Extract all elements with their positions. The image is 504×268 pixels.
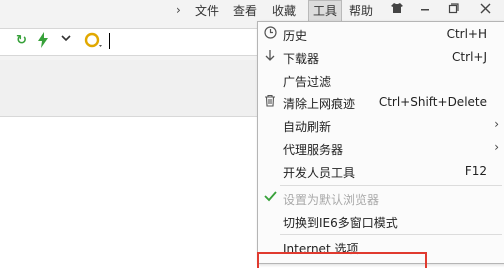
menu-item-shortcut: F12 [464,164,487,178]
menu-item-shortcut: Ctrl+H [446,27,487,41]
lightning-icon[interactable] [37,32,49,50]
clock-icon [262,26,278,42]
menu-item-label: 广告过滤 [283,75,332,89]
check-icon [262,190,278,205]
minimize-icon[interactable] [414,0,436,22]
menu-item-ad-filter[interactable]: 广告过滤 [258,70,504,92]
menu-item-label: 代理服务器 [283,143,344,157]
menu-item-developer-tools[interactable]: 开发人员工具 F12 [258,161,504,183]
menu-tools[interactable]: 工具 [308,0,343,22]
menu-item-switch-ie6-mode[interactable]: 切换到IE6多窗口模式 [258,211,504,233]
menu-separator [280,234,502,235]
trash-icon [262,94,278,110]
menu-item-auto-refresh[interactable]: 自动刷新 › [258,115,504,137]
menu-item-label: 下载器 [283,52,320,66]
chevron-right-icon: › [494,140,499,154]
menu-bar: › 文件 查看 收藏 工具 帮助 [0,0,504,22]
tools-dropdown-menu: 历史 Ctrl+H 下载器 Ctrl+J 广告过滤 清除上网痕迹 Ctrl+Sh… [257,21,504,264]
menu-item-history[interactable]: 历史 Ctrl+H [258,24,504,46]
menu-item-set-default-browser: 设置为默认浏览器 [258,188,504,210]
menu-favorites[interactable]: 收藏 [272,0,296,22]
menu-file[interactable]: 文件 [195,0,219,22]
menu-item-proxy-server[interactable]: 代理服务器 › [258,138,504,160]
menu-item-label: 设置为默认浏览器 [283,193,380,207]
menu-item-label: 切换到IE6多窗口模式 [283,216,398,230]
menu-item-downloader[interactable]: 下载器 Ctrl+J [258,47,504,69]
restore-icon[interactable] [442,0,464,22]
search-engine-icon[interactable] [84,32,104,50]
menu-view[interactable]: 查看 [233,0,257,22]
refresh-icon[interactable]: ↻ [16,32,27,50]
close-icon[interactable] [470,0,500,22]
skin-icon[interactable] [386,0,408,22]
tab-area [0,60,258,117]
chevron-right-icon: › [494,117,499,131]
menu-item-label: 自动刷新 [283,120,332,134]
menu-item-clear-traces[interactable]: 清除上网痕迹 Ctrl+Shift+Delete [258,92,504,114]
menu-separator [280,185,502,186]
menu-item-label: 历史 [283,29,308,43]
chevron-right-icon[interactable]: › [176,3,181,17]
menu-item-shortcut: Ctrl+Shift+Delete [378,95,487,109]
chevron-down-icon[interactable] [60,32,72,50]
text-cursor [109,33,110,49]
download-icon [262,49,278,65]
menu-item-label: 开发人员工具 [283,166,356,180]
menu-help[interactable]: 帮助 [349,0,373,22]
highlight-box [257,252,427,268]
menu-item-label: 清除上网痕迹 [283,97,356,111]
menu-item-shortcut: Ctrl+J [452,50,487,64]
